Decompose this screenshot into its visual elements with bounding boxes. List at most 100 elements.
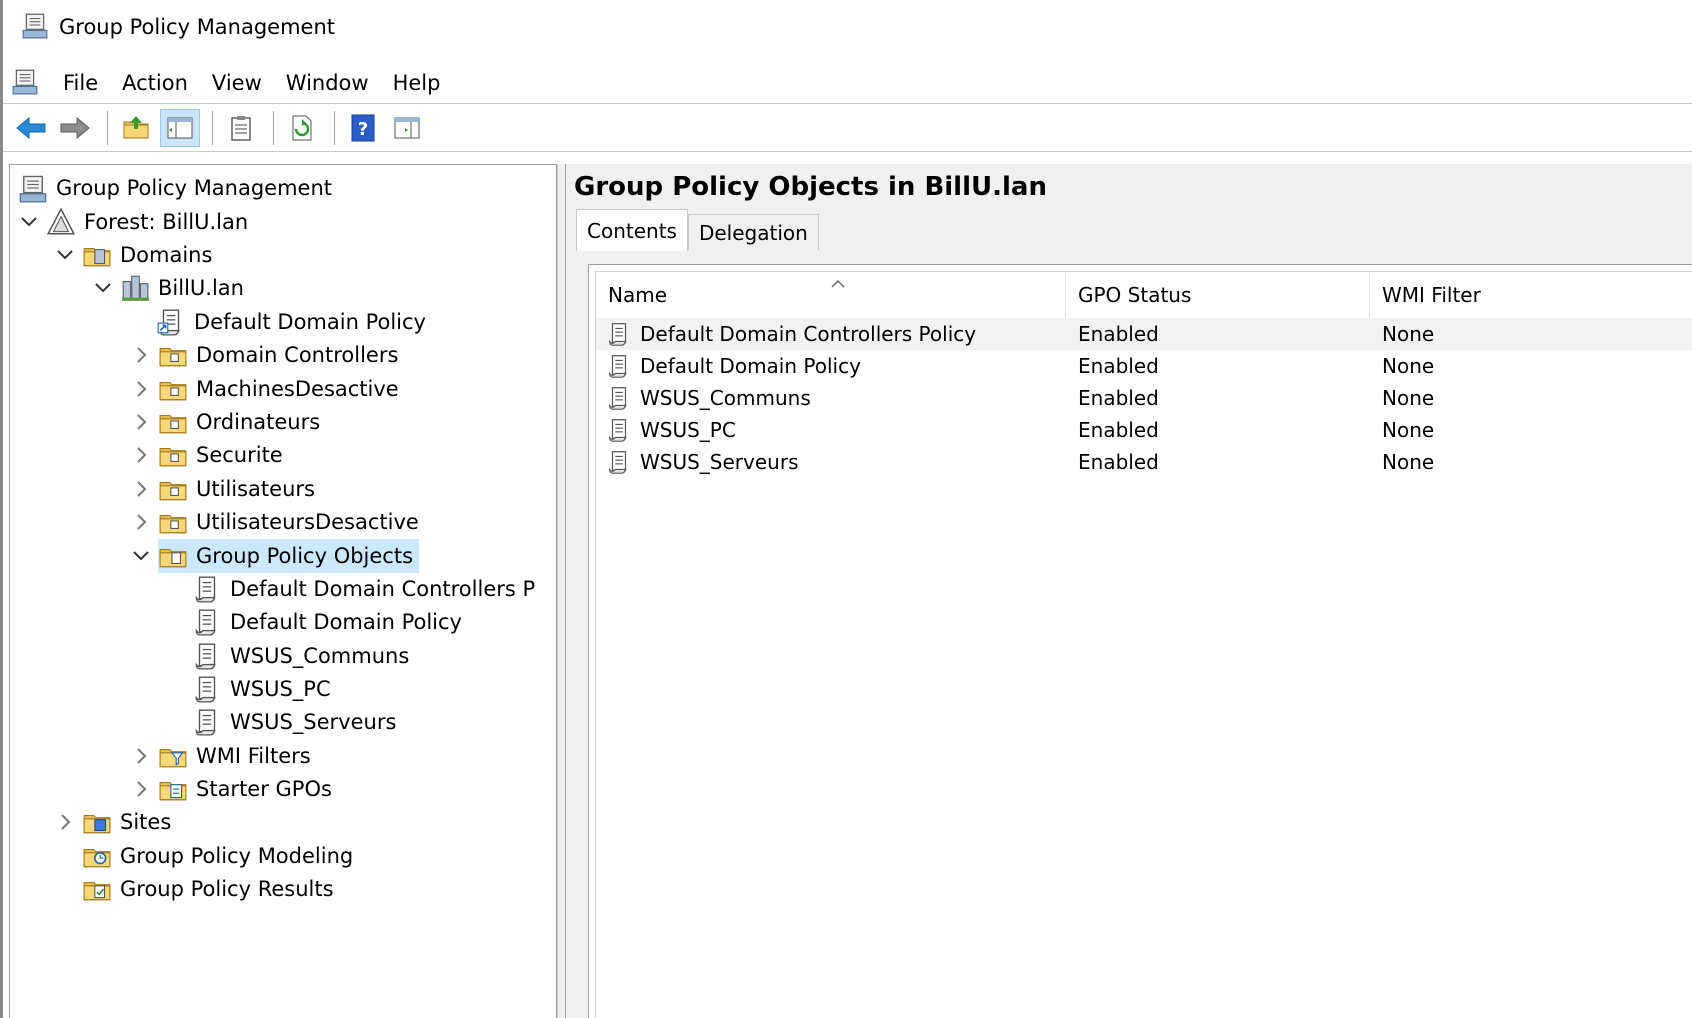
chevron-right-icon[interactable] (54, 811, 76, 833)
gpo-list-view[interactable]: Name GPO Status WMI Filter Default Domai… (588, 264, 1692, 1018)
table-row[interactable]: Default Domain Controllers Policy Enable… (596, 318, 1692, 350)
tree-node-ou-machinesdesactive[interactable]: MachinesDesactive (130, 372, 399, 406)
tree-label: Starter GPOs (196, 777, 332, 801)
tree-label: Utilisateurs (196, 477, 315, 501)
toolbar: ? (3, 104, 1692, 152)
tree-node-gpo[interactable]: Default Domain Policy (192, 605, 462, 639)
tree-node-modeling[interactable]: Group Policy Modeling (82, 839, 353, 873)
menu-view[interactable]: View (202, 67, 276, 99)
tree-label: Group Policy Results (120, 877, 334, 901)
tree-node-domain[interactable]: BillU.lan (92, 271, 244, 305)
column-header-wmi-filter[interactable]: WMI Filter (1370, 272, 1692, 318)
show-hide-action-pane-button[interactable] (387, 109, 427, 147)
gpo-scroll-icon (192, 674, 222, 704)
gpm-app-icon (21, 11, 49, 43)
sites-icon (82, 807, 112, 837)
properties-button[interactable] (221, 109, 261, 147)
tree-label: Group Policy Objects (196, 544, 414, 568)
tree-node-ou-ordinateurs[interactable]: Ordinateurs (130, 405, 320, 439)
window-title: Group Policy Management (59, 15, 336, 39)
tree-label: Domains (120, 243, 213, 267)
back-button[interactable] (11, 109, 51, 147)
forward-button[interactable] (55, 109, 95, 147)
gpm-window: Group Policy Management File Action View… (0, 0, 1692, 1018)
tree-node-group-policy-objects[interactable]: Group Policy Objects (130, 539, 420, 573)
chevron-down-icon[interactable] (130, 545, 152, 567)
up-one-level-button[interactable] (116, 109, 156, 147)
gpo-scroll-icon (606, 321, 632, 347)
help-button[interactable]: ? (343, 109, 383, 147)
chevron-down-icon[interactable] (18, 211, 40, 233)
chevron-right-icon[interactable] (130, 778, 152, 800)
chevron-down-icon[interactable] (54, 244, 76, 266)
list-inner: Name GPO Status WMI Filter Default Domai… (595, 271, 1692, 1018)
tree-label: UtilisateursDesactive (196, 510, 419, 534)
menu-help[interactable]: Help (383, 67, 455, 99)
up-folder-icon (123, 115, 149, 138)
gpo-scroll-icon (606, 353, 632, 379)
menu-file[interactable]: File (53, 67, 112, 99)
show-hide-tree-icon (167, 117, 193, 138)
tab-contents[interactable]: Contents (576, 209, 688, 251)
chevron-right-icon[interactable] (130, 511, 152, 533)
tree-node-ou-securite[interactable]: Securite (130, 438, 283, 472)
column-header-name[interactable]: Name (596, 272, 1066, 318)
tree-node-ou-utilisateurs[interactable]: Utilisateurs (130, 472, 315, 506)
tree-node-wmi-filters[interactable]: WMI Filters (130, 739, 311, 773)
menu-window[interactable]: Window (276, 67, 383, 99)
table-row[interactable]: WSUS_Serveurs Enabled None (596, 446, 1692, 478)
tree-node-root[interactable]: Group Policy Management (18, 171, 332, 205)
table-row[interactable]: Default Domain Policy Enabled None (596, 350, 1692, 382)
tree-node-gpo[interactable]: WSUS_Communs (192, 639, 409, 673)
system-menu-icon[interactable] (11, 67, 39, 99)
chevron-right-icon[interactable] (130, 745, 152, 767)
show-hide-console-tree-button[interactable] (160, 108, 200, 147)
pane-splitter[interactable] (557, 164, 565, 1018)
chevron-right-icon[interactable] (130, 444, 152, 466)
tree-node-default-domain-policy-link[interactable]: Default Domain Policy (156, 305, 426, 339)
tree-label: WSUS_Communs (230, 644, 410, 668)
cell-wmi: None (1382, 354, 1435, 378)
console-tree[interactable]: Group Policy Management Forest: BillU.la… (9, 164, 557, 1018)
tree-node-sites[interactable]: Sites (54, 805, 171, 839)
cell-name: WSUS_PC (640, 418, 736, 442)
gpo-scroll-icon (606, 449, 632, 475)
tree-node-ou-utilisateursdesactive[interactable]: UtilisateursDesactive (130, 505, 419, 539)
column-header-gpo-status[interactable]: GPO Status (1066, 272, 1370, 318)
chevron-right-icon[interactable] (130, 344, 152, 366)
tree-node-results[interactable]: Group Policy Results (82, 872, 334, 906)
tree-label: WSUS_PC (230, 677, 331, 701)
tree-label: WSUS_Serveurs (230, 710, 397, 734)
ou-folder-icon (158, 340, 188, 370)
tree-label: Group Policy Modeling (120, 844, 354, 868)
table-row[interactable]: WSUS_Communs Enabled None (596, 382, 1692, 414)
tree-node-ou-domain-controllers[interactable]: Domain Controllers (130, 338, 398, 372)
gpo-scroll-icon (606, 417, 632, 443)
title-bar: Group Policy Management (3, 0, 1692, 54)
tab-delegation[interactable]: Delegation (687, 214, 819, 250)
gpo-scroll-icon (192, 641, 222, 671)
tree-node-domains[interactable]: Domains (54, 238, 212, 272)
cell-status: Enabled (1078, 418, 1159, 442)
tree-label: Default Domain Policy (230, 610, 462, 634)
chevron-right-icon[interactable] (130, 411, 152, 433)
tree-node-starter-gpos[interactable]: Starter GPOs (130, 772, 332, 806)
table-row[interactable]: WSUS_PC Enabled None (596, 414, 1692, 446)
ou-folder-icon (158, 407, 188, 437)
details-tabs: Contents Delegation (576, 209, 819, 251)
refresh-button[interactable] (282, 109, 322, 147)
tree-node-gpo[interactable]: WSUS_PC (192, 672, 331, 706)
tree-node-forest[interactable]: Forest: BillU.lan (18, 205, 248, 239)
tree-node-gpo[interactable]: WSUS_Serveurs (192, 705, 396, 739)
chevron-right-icon[interactable] (130, 378, 152, 400)
tree-node-gpo[interactable]: Default Domain Controllers P (192, 572, 535, 606)
chevron-down-icon[interactable] (92, 277, 114, 299)
cell-wmi: None (1382, 386, 1435, 410)
menu-action[interactable]: Action (112, 67, 202, 99)
toolbar-separator (273, 110, 274, 145)
ou-folder-icon (158, 440, 188, 470)
chevron-right-icon[interactable] (130, 478, 152, 500)
modeling-icon (82, 841, 112, 871)
cell-status: Enabled (1078, 354, 1159, 378)
cell-status: Enabled (1078, 450, 1159, 474)
